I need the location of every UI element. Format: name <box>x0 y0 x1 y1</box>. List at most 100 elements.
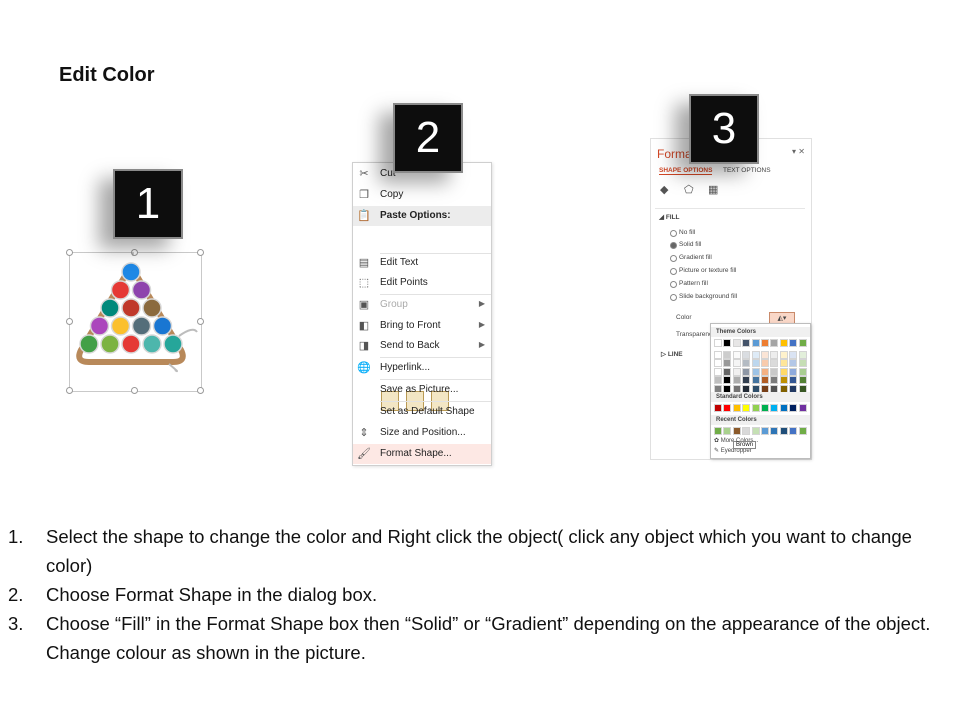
theme-color-swatch[interactable] <box>770 339 779 347</box>
menu-item-group[interactable]: ▣ Group ▶ <box>353 295 491 315</box>
theme-color-swatch[interactable] <box>761 376 769 384</box>
standard-color-swatch[interactable] <box>798 404 807 412</box>
recent-color-swatch[interactable] <box>751 427 760 435</box>
theme-color-swatch[interactable] <box>779 367 788 376</box>
theme-color-swatch[interactable] <box>798 339 807 347</box>
menu-item-send-to-back[interactable]: ◨ Send to Back ▶ <box>353 336 491 356</box>
recent-color-swatch[interactable] <box>770 427 779 435</box>
standard-color-swatch[interactable] <box>732 404 741 412</box>
standard-color-swatch[interactable] <box>761 404 769 412</box>
menu-item-size-and-position[interactable]: ⇕ Size and Position... <box>353 423 491 443</box>
theme-color-swatch[interactable] <box>751 359 760 367</box>
theme-color-swatch[interactable] <box>789 376 798 384</box>
standard-color-swatch[interactable] <box>714 404 722 412</box>
recent-color-swatch[interactable] <box>798 427 807 435</box>
theme-color-swatch[interactable] <box>770 367 779 376</box>
theme-color-swatch[interactable] <box>742 367 751 376</box>
theme-color-swatch[interactable] <box>770 350 779 359</box>
fill-line-icon[interactable]: ◆ <box>660 183 668 196</box>
theme-color-swatch[interactable] <box>742 339 751 347</box>
theme-color-swatch[interactable] <box>723 367 732 376</box>
dropdown-icon[interactable]: ▾ <box>792 147 796 156</box>
theme-color-swatch[interactable] <box>714 367 722 376</box>
theme-color-swatch[interactable] <box>751 376 760 384</box>
theme-color-swatch[interactable] <box>742 359 751 367</box>
effects-icon[interactable]: ⬠ <box>684 183 694 196</box>
theme-color-swatch[interactable] <box>723 350 732 359</box>
theme-color-swatch[interactable] <box>789 359 798 367</box>
radio-picture-fill[interactable] <box>670 268 677 275</box>
menu-item-edit-text[interactable]: ▤ Edit Text <box>353 253 491 273</box>
theme-color-swatch[interactable] <box>789 339 798 347</box>
menu-item-hyperlink[interactable]: 🌐 Hyperlink... <box>353 358 491 378</box>
theme-color-swatch[interactable] <box>714 350 722 359</box>
theme-color-swatch[interactable] <box>761 367 769 376</box>
theme-color-swatch[interactable] <box>770 376 779 384</box>
menu-item-set-default-shape[interactable]: Set as Default Shape <box>353 402 491 422</box>
size-properties-icon[interactable]: ▦ <box>708 183 718 196</box>
theme-color-swatch[interactable] <box>798 350 807 359</box>
paint-brush-icon: 🖌 <box>357 448 371 460</box>
standard-color-swatch[interactable] <box>751 404 760 412</box>
theme-color-swatch[interactable] <box>732 359 741 367</box>
theme-color-swatch[interactable] <box>732 350 741 359</box>
theme-color-swatch[interactable] <box>761 350 769 359</box>
tab-shape-options[interactable]: SHAPE OPTIONS <box>659 167 713 175</box>
theme-color-swatch[interactable] <box>779 339 788 347</box>
fill-section-header[interactable]: ◢ FILL <box>659 213 680 221</box>
theme-color-swatch[interactable] <box>798 359 807 367</box>
theme-color-swatch[interactable] <box>761 339 769 347</box>
standard-color-swatch[interactable] <box>779 404 788 412</box>
recent-color-swatch[interactable] <box>779 427 788 435</box>
recent-color-swatch[interactable] <box>742 427 751 435</box>
theme-color-swatch[interactable] <box>732 339 741 347</box>
radio-pattern-fill[interactable] <box>670 281 677 288</box>
radio-solid-fill[interactable] <box>670 242 677 249</box>
theme-color-swatch[interactable] <box>714 376 722 384</box>
radio-no-fill[interactable] <box>670 230 677 237</box>
theme-color-swatch[interactable] <box>751 350 760 359</box>
menu-item-edit-points[interactable]: ⬚ Edit Points <box>353 273 491 293</box>
theme-color-swatch[interactable] <box>751 367 760 376</box>
theme-color-swatch[interactable] <box>751 339 760 347</box>
theme-color-swatch[interactable] <box>779 359 788 367</box>
theme-color-swatch[interactable] <box>723 339 732 347</box>
menu-item-bring-to-front[interactable]: ◧ Bring to Front ▶ <box>353 316 491 336</box>
radio-slide-background-fill[interactable] <box>670 294 677 301</box>
standard-color-swatch[interactable] <box>770 404 779 412</box>
theme-color-swatch[interactable] <box>798 376 807 384</box>
theme-color-swatch[interactable] <box>732 367 741 376</box>
billiard-rack-shape[interactable] <box>69 252 209 392</box>
theme-color-swatch[interactable] <box>798 367 807 376</box>
theme-color-swatch[interactable] <box>761 359 769 367</box>
line-section-header[interactable]: ▷ LINE <box>661 350 683 358</box>
menu-item-format-shape[interactable]: 🖌 Format Shape... <box>353 444 491 464</box>
recent-color-swatch[interactable] <box>761 427 769 435</box>
menu-item-save-as-picture[interactable]: Save as Picture... <box>353 380 491 400</box>
menu-item-copy[interactable]: ❐ Copy <box>353 185 491 205</box>
tab-text-options[interactable]: TEXT OPTIONS <box>723 167 771 174</box>
recent-color-swatch[interactable] <box>789 427 798 435</box>
theme-color-swatch[interactable] <box>732 376 741 384</box>
theme-color-swatch[interactable] <box>789 350 798 359</box>
theme-color-swatch[interactable] <box>714 359 722 367</box>
theme-color-swatch[interactable] <box>714 339 722 347</box>
recent-color-swatch[interactable] <box>714 427 722 435</box>
radio-gradient-fill[interactable] <box>670 255 677 262</box>
standard-color-swatch[interactable] <box>723 404 732 412</box>
menu-section-paste-options: 📋 Paste Options: <box>353 206 491 226</box>
theme-color-swatch[interactable] <box>779 350 788 359</box>
theme-color-swatch[interactable] <box>779 376 788 384</box>
theme-color-swatch[interactable] <box>789 367 798 376</box>
recent-color-swatch[interactable] <box>732 427 741 435</box>
theme-color-swatch[interactable] <box>723 376 732 384</box>
theme-color-swatch[interactable] <box>742 350 751 359</box>
theme-color-swatch[interactable] <box>723 359 732 367</box>
standard-color-swatch[interactable] <box>742 404 751 412</box>
standard-color-swatch[interactable] <box>789 404 798 412</box>
recent-color-swatch[interactable] <box>723 427 732 435</box>
close-icon[interactable]: ✕ <box>798 147 805 156</box>
billiard-ball <box>142 298 162 318</box>
theme-color-swatch[interactable] <box>742 376 751 384</box>
theme-color-swatch[interactable] <box>770 359 779 367</box>
